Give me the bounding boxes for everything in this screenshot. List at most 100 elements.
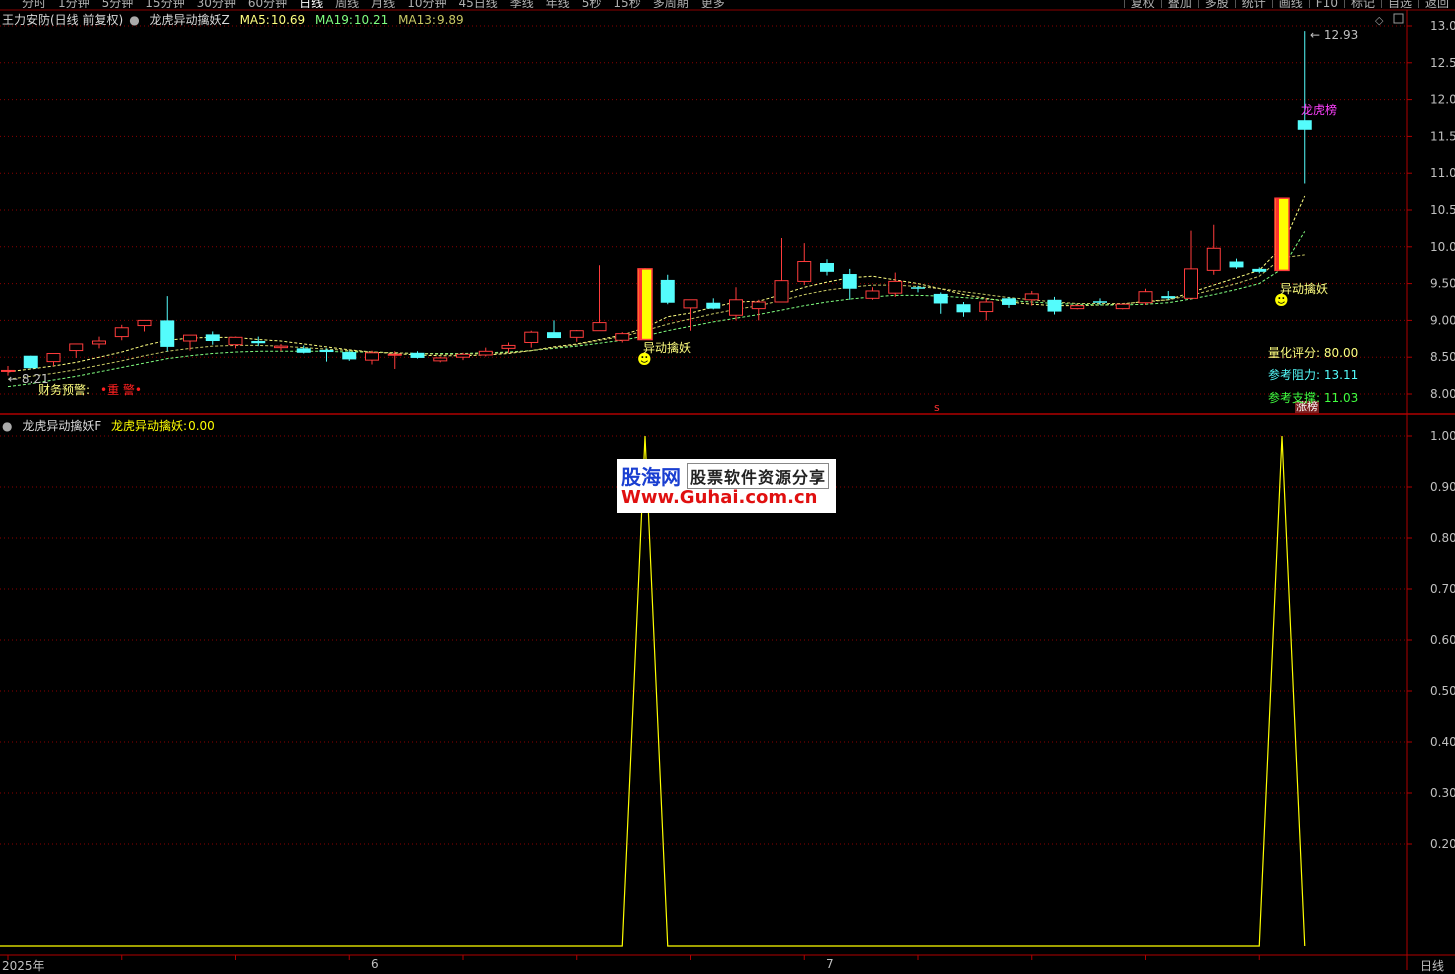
candle-body bbox=[319, 349, 334, 353]
x-label-year: 2025年 bbox=[2, 959, 45, 973]
candle-body bbox=[524, 331, 539, 343]
indicator-title[interactable]: 龙虎异动擒妖Z bbox=[150, 13, 230, 27]
smiley-icon: ☻ bbox=[637, 352, 652, 368]
candle bbox=[114, 324, 129, 341]
ma19-label: MA19: bbox=[315, 13, 353, 27]
candle-body bbox=[797, 261, 812, 282]
candle bbox=[183, 334, 197, 351]
candle-body bbox=[774, 280, 789, 303]
candle-body bbox=[92, 340, 106, 345]
candle bbox=[706, 298, 721, 310]
sub-y-axis: 0.20 0.30 0.40 0.50 0.60 0.70 0.80 0.90 1.00 bbox=[1407, 429, 1455, 851]
y-tick-label: 0.40 bbox=[1430, 735, 1455, 749]
s-marker: s bbox=[934, 401, 940, 414]
y-tick-label: 8.50 bbox=[1430, 350, 1455, 364]
y-tick-label: 13.00 bbox=[1430, 19, 1455, 33]
candle-body bbox=[69, 343, 84, 352]
candle-body bbox=[751, 301, 766, 310]
y-tick-label: 8.00 bbox=[1430, 387, 1455, 401]
x-axis bbox=[7, 955, 1260, 960]
candle bbox=[888, 272, 903, 297]
period-label: 日线 bbox=[1420, 959, 1445, 973]
dropdown-circle-icon[interactable]: ● bbox=[129, 13, 139, 27]
finance-warning-label: 财务预警: bbox=[38, 383, 91, 397]
candle-body bbox=[706, 302, 721, 309]
y-tick-label: 9.00 bbox=[1430, 313, 1455, 327]
candle-body bbox=[865, 290, 880, 299]
candle-body bbox=[342, 352, 357, 360]
candle-body bbox=[888, 280, 903, 294]
diamond-icon[interactable]: ◇ bbox=[1375, 14, 1384, 27]
quant-score-label: 量化评分: bbox=[1268, 346, 1321, 360]
candle-body bbox=[1297, 120, 1312, 130]
candle bbox=[387, 351, 402, 369]
candle-body bbox=[1093, 301, 1107, 303]
dropdown-circle-icon[interactable]: ● bbox=[2, 419, 12, 433]
candle bbox=[911, 285, 925, 293]
y-tick-label: 12.50 bbox=[1430, 56, 1455, 70]
candle-body bbox=[547, 332, 561, 339]
main-y-axis: 8.00 8.50 9.00 9.50 10.00 10.50 11.00 11.50 12.0… bbox=[1407, 19, 1455, 401]
candle bbox=[751, 299, 766, 321]
candle-body bbox=[46, 353, 61, 363]
sub-series-value: 0.00 bbox=[188, 419, 215, 433]
candle bbox=[979, 298, 994, 321]
sub-series-label: 龙虎异动擒妖: bbox=[111, 419, 188, 433]
candle bbox=[46, 353, 61, 367]
y-tick-label: 9.50 bbox=[1430, 277, 1455, 291]
candle-body bbox=[820, 262, 834, 272]
candle bbox=[569, 329, 584, 342]
candle bbox=[160, 296, 175, 352]
candle bbox=[1047, 296, 1062, 315]
candle-body bbox=[1184, 268, 1198, 299]
candle-body bbox=[23, 355, 38, 369]
candle bbox=[1070, 304, 1085, 310]
high-price: 12.93 bbox=[1323, 28, 1359, 42]
y-tick-label: 12.00 bbox=[1430, 93, 1455, 107]
candle bbox=[933, 292, 948, 314]
y-tick-label: 0.30 bbox=[1430, 786, 1455, 800]
candle-body bbox=[478, 350, 493, 356]
candle bbox=[1138, 288, 1153, 305]
candle-body bbox=[387, 353, 402, 356]
candle-body bbox=[251, 341, 266, 344]
y-tick-label: 0.50 bbox=[1430, 684, 1455, 698]
sub-indicator-title[interactable]: 龙虎异动擒妖F bbox=[22, 419, 101, 433]
candle bbox=[501, 342, 516, 353]
candle-body bbox=[114, 327, 129, 338]
candle bbox=[433, 357, 448, 363]
candle-body bbox=[569, 330, 584, 338]
candle-body bbox=[410, 352, 425, 358]
high-price-marker: ← 12.93 bbox=[1310, 28, 1359, 42]
candle-body bbox=[205, 334, 220, 342]
candle-body bbox=[137, 319, 152, 327]
ma-line-ma13 bbox=[7, 254, 1305, 380]
candle bbox=[23, 355, 38, 369]
y-tick-label: 0.90 bbox=[1430, 480, 1455, 494]
candle bbox=[774, 237, 789, 303]
candle bbox=[797, 243, 812, 286]
y-tick-label: 0.70 bbox=[1430, 582, 1455, 596]
window-icon[interactable] bbox=[1393, 13, 1404, 24]
candle-body bbox=[911, 287, 925, 289]
candle-body bbox=[1206, 247, 1221, 271]
watermark-brand: 股海网 bbox=[621, 465, 681, 489]
candle-body bbox=[433, 357, 448, 362]
candle bbox=[410, 351, 425, 359]
candlesticks bbox=[1, 31, 1312, 376]
candle bbox=[456, 352, 470, 361]
candle bbox=[478, 347, 493, 357]
y-tick-label: 10.00 bbox=[1430, 240, 1455, 254]
candle-body bbox=[1115, 303, 1130, 310]
y-tick-label: 0.80 bbox=[1430, 531, 1455, 545]
support-value: 11.03 bbox=[1323, 391, 1359, 405]
candle bbox=[729, 287, 743, 321]
candle bbox=[524, 330, 539, 348]
candle-body bbox=[683, 299, 698, 309]
candle-body bbox=[1252, 268, 1267, 272]
candle-body bbox=[228, 336, 243, 346]
candle-body bbox=[1070, 305, 1085, 310]
candle-body bbox=[1161, 296, 1176, 299]
y-tick-label: 0.60 bbox=[1430, 633, 1455, 647]
ma5-label: MA5: bbox=[239, 13, 270, 27]
